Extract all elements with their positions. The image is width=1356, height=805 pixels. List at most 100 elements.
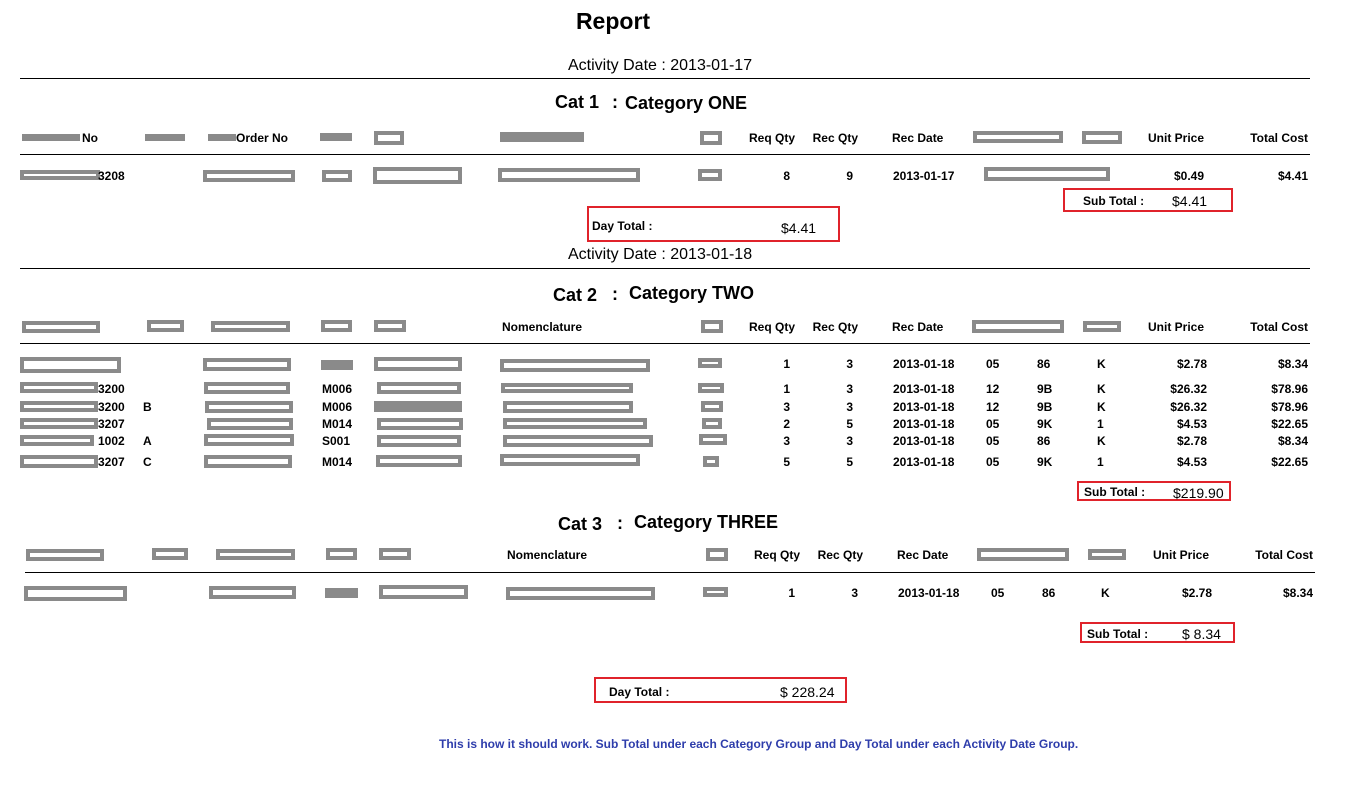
redacted-header (321, 320, 352, 332)
header-req-qty: Req Qty (753, 548, 800, 562)
cell-no: 3207 (98, 417, 125, 431)
daytotal-box-2: Day Total : $ 228.24 (594, 677, 847, 703)
report-title: Report (575, 8, 651, 34)
redacted-header (320, 133, 352, 141)
divider (20, 154, 1310, 155)
redacted-header (374, 320, 406, 332)
redacted-header (500, 132, 584, 142)
daytotal-value: $4.41 (781, 220, 817, 236)
divider (20, 268, 1310, 269)
redacted-cell (498, 168, 640, 182)
cell-unit: $2.78 (1176, 434, 1207, 448)
cell-col-a: 05 (991, 586, 1005, 600)
cell-rec: 3 (846, 434, 853, 448)
cell-req: 3 (783, 400, 790, 414)
redacted-header (22, 321, 100, 333)
cell-total: $22.65 (1271, 417, 1308, 431)
cell-no: 1002 (98, 434, 125, 448)
cell-suffix: B (143, 400, 152, 414)
cell-rec: 3 (846, 357, 853, 371)
redacted-cell (20, 401, 98, 412)
divider (25, 572, 1315, 573)
cell-req: 1 (783, 357, 790, 371)
redacted-cell (698, 358, 722, 368)
subtotal-value: $4.41 (1172, 193, 1208, 209)
cell-a: 12 (986, 400, 1000, 414)
cell-unit-price: $2.78 (1181, 586, 1212, 600)
header-unit-price: Unit Price (1147, 131, 1204, 145)
daytotal-label: Day Total : (592, 219, 653, 233)
subtotal-box-1: Sub Total : $4.41 (1063, 188, 1233, 212)
redacted-cell (703, 456, 719, 467)
cell-unit: $26.32 (1170, 382, 1207, 396)
redacted-header (700, 131, 722, 145)
redacted-cell (377, 435, 461, 447)
header-rec-qty: Rec Qty (817, 548, 863, 562)
activity-date-2: Activity Date : 2013-01-18 (568, 246, 753, 263)
category-1-name: Category ONE (625, 93, 748, 113)
cell-no: 3208 (98, 169, 125, 183)
redacted-cell (379, 585, 468, 599)
redacted-header (1083, 321, 1121, 332)
redacted-header (701, 320, 723, 333)
redacted-header (216, 549, 295, 560)
cell-rec: 3 (846, 382, 853, 396)
redacted-cell (699, 434, 727, 445)
redacted-cell (503, 418, 647, 429)
cell-b: 9K (1037, 455, 1053, 469)
cell-unit: $4.53 (1176, 455, 1207, 469)
cell-unit: $2.78 (1176, 357, 1207, 371)
cell-total-cost: $4.41 (1277, 169, 1308, 183)
cell-date: 2013-01-18 (893, 455, 955, 469)
cell-code: M014 (322, 455, 353, 469)
subtotal-label: Sub Total : (1083, 194, 1145, 208)
header-rec-qty: Rec Qty (812, 131, 858, 145)
redacted-cell (207, 418, 293, 430)
cell-no: 3200 (98, 400, 125, 414)
cell-total: $22.65 (1271, 455, 1308, 469)
redacted-cell (374, 357, 462, 371)
header-rec-qty: Rec Qty (812, 320, 858, 334)
category-3-sep: : (617, 513, 623, 533)
header-total-cost: Total Cost (1255, 548, 1313, 562)
redacted-header (1088, 549, 1126, 560)
redacted-header (147, 320, 184, 332)
cell-no: 3207 (98, 455, 125, 469)
cell-b: 86 (1037, 357, 1051, 371)
redacted-cell (500, 359, 650, 372)
redacted-cell (503, 401, 633, 413)
redacted-header (145, 134, 185, 141)
redacted-header (26, 549, 104, 561)
redacted-cell (20, 455, 98, 468)
cell-b: 9B (1037, 400, 1053, 414)
cell-suffix: C (143, 455, 152, 469)
redacted-cell (203, 358, 291, 371)
cell-col-c: K (1101, 586, 1110, 600)
category-2-sep: : (612, 284, 618, 304)
cell-date: 2013-01-18 (893, 434, 955, 448)
cell-date: 2013-01-18 (893, 417, 955, 431)
header-total-cost: Total Cost (1250, 131, 1308, 145)
redacted-header (1082, 131, 1122, 144)
header-no: No (82, 131, 98, 145)
cell-req-qty: 8 (783, 169, 790, 183)
redacted-cell (325, 588, 358, 598)
cell-code: M006 (322, 400, 353, 414)
redacted-header (973, 131, 1063, 143)
cell-c: K (1097, 434, 1106, 448)
header-unit-price: Unit Price (1147, 320, 1204, 334)
header-nomenclature: Nomenclature (507, 548, 588, 562)
cell-c: K (1097, 357, 1106, 371)
category-3-code: Cat 3 (558, 514, 603, 534)
redacted-cell (503, 435, 653, 447)
cell-unit: $4.53 (1176, 417, 1207, 431)
header-req-qty: Req Qty (748, 131, 795, 145)
subtotal-label: Sub Total : (1084, 485, 1146, 499)
divider (20, 343, 1310, 344)
redacted-cell (703, 587, 728, 597)
header-unit-price: Unit Price (1152, 548, 1209, 562)
category-3-name: Category THREE (634, 512, 779, 532)
cell-b: 86 (1037, 434, 1051, 448)
redacted-cell (377, 418, 463, 430)
redacted-cell (322, 170, 352, 182)
